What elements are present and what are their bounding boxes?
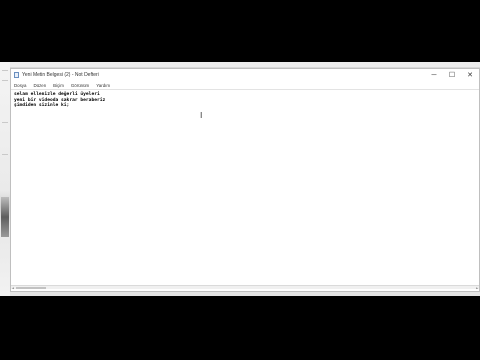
background-line — [2, 80, 8, 81]
notepad-icon — [14, 72, 19, 78]
menu-help[interactable]: Yardım — [96, 83, 110, 88]
scrollbar-thumb[interactable] — [16, 287, 46, 289]
background-app-strip — [0, 62, 10, 296]
background-bottom-strip — [10, 292, 480, 296]
scroll-right-icon[interactable]: ▶ — [476, 286, 478, 292]
background-blur-block — [1, 197, 9, 237]
maximize-button[interactable]: ☐ — [443, 69, 461, 81]
menu-format[interactable]: Biçim — [53, 83, 64, 88]
title-bar[interactable]: Yeni Metin Belgesi (2) - Not Defteri ─ ☐… — [11, 69, 479, 81]
minimize-button[interactable]: ─ — [425, 69, 443, 81]
background-line — [2, 154, 8, 155]
background-line — [2, 122, 8, 123]
close-button[interactable]: ✕ — [461, 69, 479, 81]
menu-bar: Dosya Düzen Biçim Görünüm Yardım — [11, 81, 479, 89]
background-line — [2, 70, 8, 71]
window-title: Yeni Metin Belgesi (2) - Not Defteri — [22, 72, 99, 78]
menu-file[interactable]: Dosya — [14, 83, 26, 88]
menu-edit[interactable]: Düzen — [33, 83, 46, 88]
horizontal-scrollbar[interactable]: ◀ ▶ — [11, 285, 479, 292]
menu-view[interactable]: Görünüm — [71, 83, 89, 88]
window-controls: ─ ☐ ✕ — [425, 69, 479, 81]
text-cursor-icon: I — [200, 111, 203, 120]
text-editor[interactable]: selam ellenizle değerli üyeleri yeni bir… — [11, 89, 479, 292]
editor-line: şimdiden sizinle ki; — [14, 103, 70, 109]
notepad-window: Yeni Metin Belgesi (2) - Not Defteri ─ ☐… — [10, 68, 480, 292]
scroll-left-icon[interactable]: ◀ — [12, 286, 14, 292]
